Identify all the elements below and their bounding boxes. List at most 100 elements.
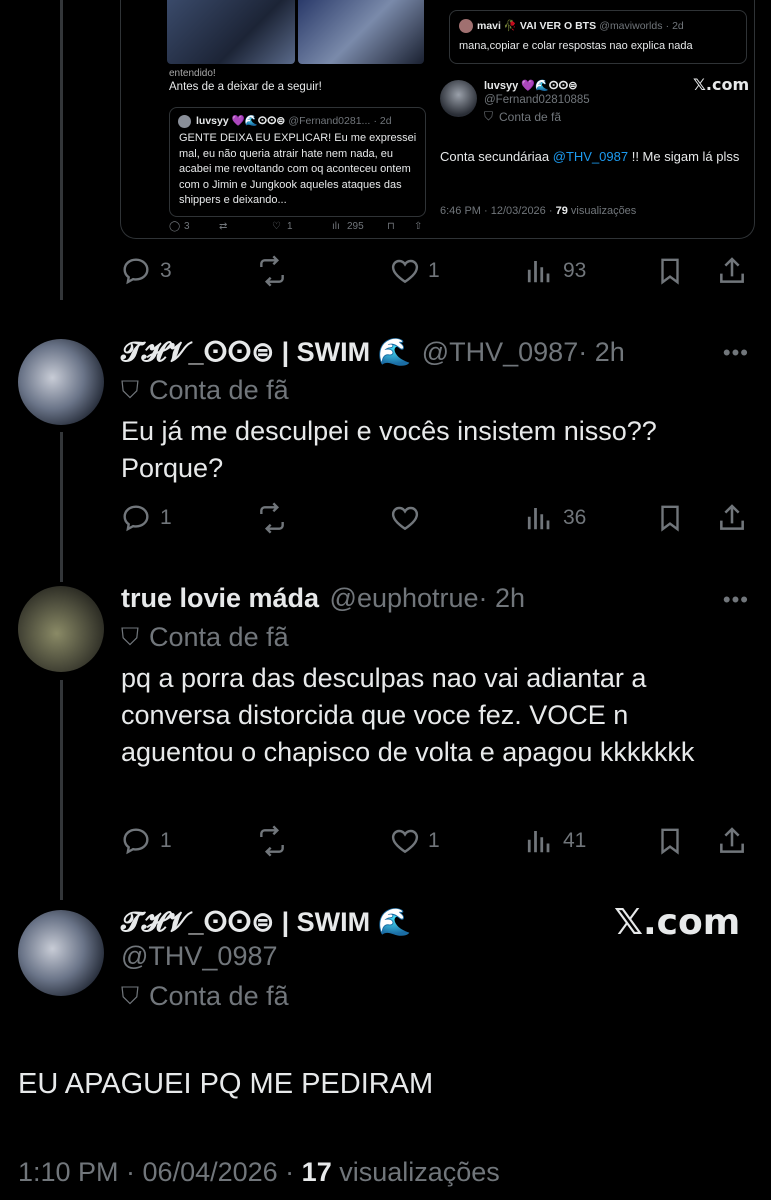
views-label: visualizações [331,1157,500,1187]
quoted-name: mavi 🥀 VAI VER O BTS [477,20,597,32]
avatar[interactable] [18,339,104,425]
reply-icon [123,828,149,855]
badge-label: Conta de fã [149,375,289,405]
tweet-text: entendido! [169,68,216,79]
reply-icon[interactable]: ◯ [169,221,180,232]
mention-link[interactable]: @THV_0987 [553,149,628,164]
badge-label: Conta de fã [149,622,289,652]
like-button[interactable]: 1 [388,255,440,287]
retweet-button[interactable] [255,502,289,534]
avatar[interactable] [18,910,104,996]
bookmark-icon[interactable]: ⊓ [387,221,395,232]
tweet-text-part: !! Me sigam lá plss [628,149,740,164]
reply-count: 1 [160,506,172,529]
author-handle[interactable]: @THV_0987 [422,337,579,367]
fan-mask-icon: ⛉ [121,623,139,651]
quoted-tweet[interactable]: luvsyy 💜🌊ⵙⵙ⊜ @Fernand0281... · 2d GENTE … [169,107,426,217]
quoted-time: · 2d [373,115,392,127]
bookmark-button[interactable] [655,255,685,287]
avatar[interactable] [18,586,104,672]
author-handle[interactable]: @THV_0987 [121,941,278,972]
bookmark-icon [661,828,679,855]
share-button[interactable] [716,825,748,857]
reply-count: 3 [184,221,190,232]
share-icon [720,257,744,283]
share-button[interactable] [716,502,748,534]
like-button[interactable] [388,502,422,534]
bookmark-icon [661,258,679,285]
author-name[interactable]: true lovie máda [121,583,319,613]
retweet-button[interactable] [255,255,289,287]
avatar [459,19,473,33]
avatar[interactable] [440,80,477,117]
views-button[interactable]: 36 [523,502,586,534]
retweet-button[interactable] [255,825,289,857]
like-count: 1 [428,259,440,282]
views-icon[interactable]: ılı [332,221,340,232]
views-count: 41 [563,829,587,852]
embedded-screenshot[interactable]: entendido! Antes de a deixar de a seguir… [120,0,755,239]
views-count: 36 [563,506,587,529]
bookmark-icon [661,505,679,532]
share-button[interactable] [716,255,748,287]
x-logo: 𝕏.com [614,902,741,943]
post-text: pq a porra das desculpas nao vai adianta… [121,663,695,767]
tweet-timestamp[interactable]: 6:46 PM · 12/03/2026 · [440,205,556,217]
badge-label: Conta de fã [499,109,562,124]
more-options-button[interactable]: ••• [723,587,749,613]
action-bar: 1 1 41 [120,825,750,857]
views-count: 295 [347,221,364,232]
views-count: 79 [555,205,568,217]
like-count: 1 [287,221,293,232]
action-bar: 1 36 [120,502,750,534]
reply-icon [123,505,149,532]
x-logo: 𝕏.com [693,75,750,94]
share-icon[interactable]: ⇧ [414,221,422,232]
reply-button[interactable]: 1 [120,502,172,534]
retweet-icon [260,502,284,534]
bookmark-button[interactable] [655,825,685,857]
avatar [178,115,191,128]
quoted-handle: @maviworlds [599,20,663,32]
fan-mask-icon: ⛉ [121,376,139,404]
more-options-button[interactable]: ••• [723,340,749,366]
retweet-icon[interactable]: ⇄ [219,221,227,232]
media-photo[interactable] [298,0,424,64]
author-handle[interactable]: @euphotrue [330,583,479,613]
reply-button[interactable]: 3 [120,255,172,287]
quoted-handle: @Fernand0281... [288,115,371,127]
retweet-icon [260,825,284,857]
like-count: 1 [428,829,440,852]
tweet-author-handle[interactable]: @Fernand02810885 [484,94,590,106]
badge-label: Conta de fã [149,981,289,1011]
post-time[interactable]: · 2h [578,337,625,367]
quoted-text: GENTE DEIXA EU EXPLICAR! Eu me expressei… [179,132,417,206]
post-timestamp[interactable]: 1:10 PM · 06/04/2026 · [18,1157,302,1187]
views-button[interactable]: 93 [523,255,586,287]
heart-icon [391,829,419,854]
reply-icon [123,258,149,285]
quoted-name: luvsyy 💜🌊ⵙⵙ⊜ [196,115,286,127]
quoted-tweet[interactable]: mavi 🥀 VAI VER O BTS @maviworlds · 2d ma… [449,10,747,64]
share-icon [720,827,744,853]
author-name[interactable]: 𝓣𝓗𝓥_ⵙⵙ⊜ | SWIM 🌊 [121,906,411,939]
thread-line [60,432,63,582]
post-text: Eu já me desculpei e vocês insistem niss… [121,416,657,483]
like-icon[interactable]: ♡ [272,221,281,232]
like-button[interactable]: 1 [388,825,440,857]
heart-icon [391,259,419,284]
views-icon [527,508,550,530]
views-button[interactable]: 41 [523,825,586,857]
views-count: 93 [563,259,587,282]
reply-button[interactable]: 1 [120,825,172,857]
bookmark-button[interactable] [655,502,685,534]
tweet-author-name[interactable]: luvsyy 💜🌊ⵙⵙ⊜ [484,79,577,94]
retweet-icon [260,255,284,287]
media-photo[interactable] [167,0,295,64]
share-icon [720,504,744,530]
views-icon [527,831,550,853]
fan-mask-icon: ⛉ [121,982,139,1010]
post-text: EU APAGUEI PQ ME PEDIRAM [18,1068,434,1100]
post-time[interactable]: · 2h [479,583,526,613]
author-name[interactable]: 𝓣𝓗𝓥_ⵙⵙ⊜ | SWIM 🌊 [121,337,411,367]
